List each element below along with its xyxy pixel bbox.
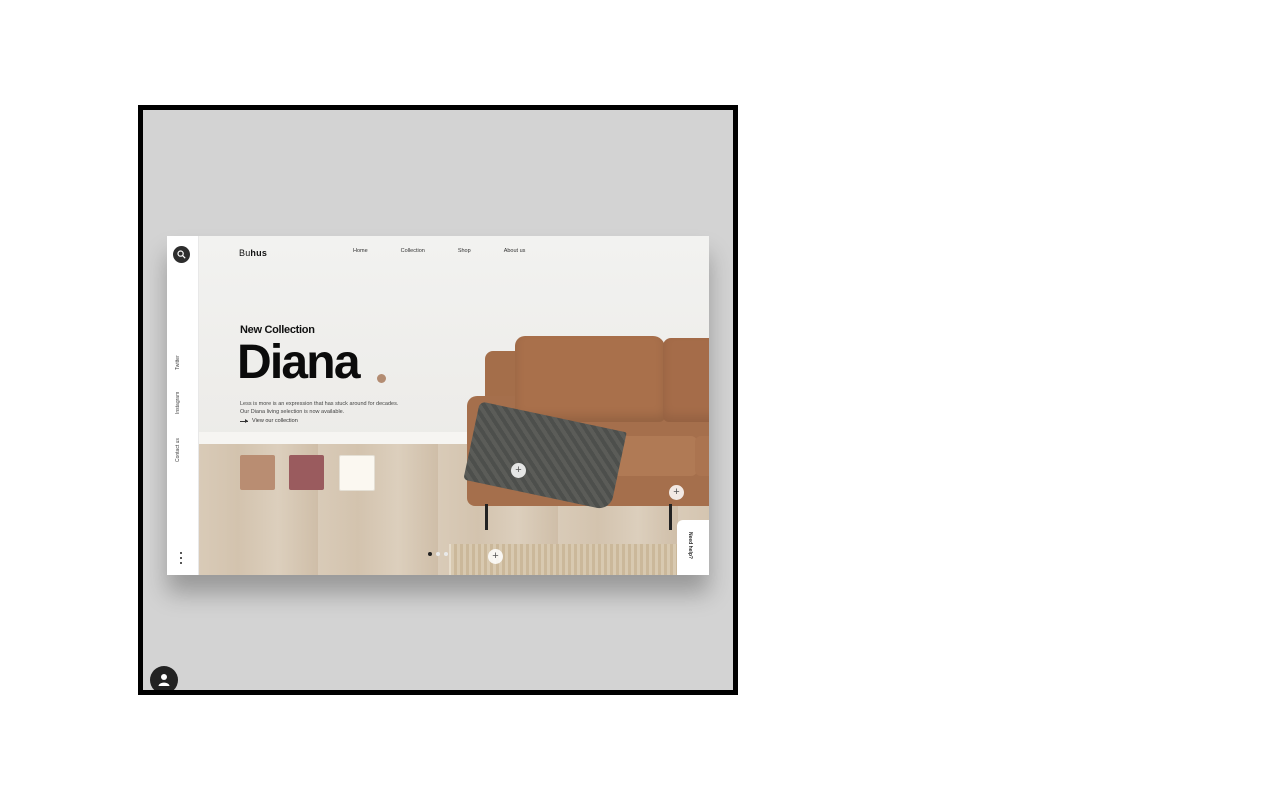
twitter-link[interactable]: Twitter [175,355,181,370]
logo-suffix: hus [250,248,268,258]
slider-dot[interactable] [436,552,440,556]
person-icon [158,674,170,686]
view-collection-link[interactable]: View our collection [240,418,298,424]
website-mockup: Twitter Instagram Contact us Buhus Home … [167,236,709,575]
user-avatar[interactable] [150,666,178,690]
need-help-label: Need help? [687,532,693,559]
color-swatch-cream[interactable] [339,455,375,491]
sofa-cushion [515,336,665,422]
slider-dot-active[interactable] [428,552,432,556]
nav-item-home[interactable]: Home [353,248,368,254]
color-swatch-rose[interactable] [289,455,324,490]
nav-item-shop[interactable]: Shop [458,248,471,254]
product-hotspot-plus-icon[interactable]: + [511,463,526,478]
hero-description-line: Our Diana living selection is now availa… [240,409,345,415]
contact-link[interactable]: Contact us [175,438,181,462]
sofa-leg [485,504,488,530]
logo-prefix: Bu [239,248,251,258]
arrow-right-icon [240,419,248,423]
hero-description-line: Less is more is an expression that has s… [240,401,399,407]
product-hotspot-plus-icon[interactable]: + [488,549,503,564]
side-rail: Twitter Instagram Contact us [167,236,199,575]
product-hotspot-plus-icon[interactable]: + [669,485,684,500]
need-help-tab[interactable]: Need help? [677,520,709,575]
slider-dots [428,552,448,556]
search-icon [177,250,186,259]
main-nav: Home Collection Shop About us [353,248,558,254]
sofa-seat [695,436,709,476]
hero-accent-dot [377,374,386,383]
sofa-leg [669,504,672,530]
more-dots-icon[interactable] [179,552,183,564]
search-button[interactable] [173,246,190,263]
hero-title: Diana [237,336,361,389]
color-swatch-tan[interactable] [240,455,275,490]
nav-item-collection[interactable]: Collection [401,248,425,254]
sofa-cushion [663,338,709,422]
view-collection-label: View our collection [252,418,298,424]
screenshot-frame: Twitter Instagram Contact us Buhus Home … [138,105,738,695]
jute-rug [449,544,681,575]
slider-dot[interactable] [444,552,448,556]
hero-description: Less is more is an expression that has s… [240,400,440,416]
instagram-link[interactable]: Instagram [175,392,181,414]
nav-item-about[interactable]: About us [504,248,526,254]
brand-logo[interactable]: Buhus [239,248,267,258]
